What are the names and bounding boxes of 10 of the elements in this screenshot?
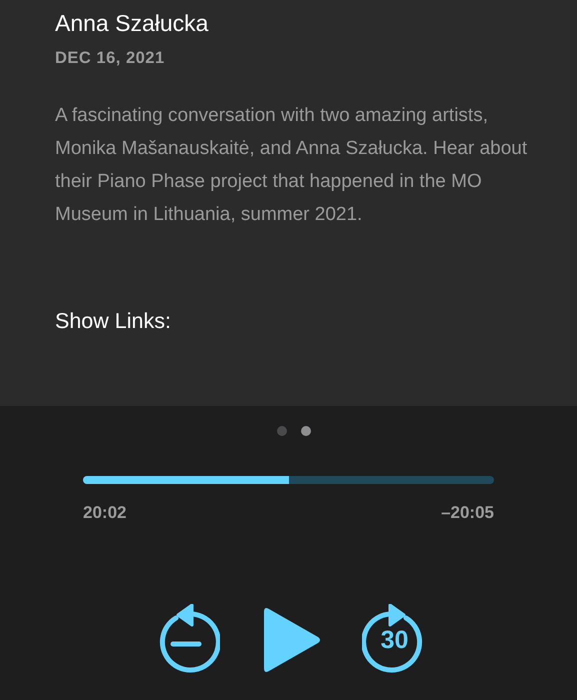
page-dot[interactable]: [300, 426, 310, 436]
skip-forward-button[interactable]: 30: [362, 604, 428, 676]
progress-track[interactable]: [83, 476, 494, 484]
show-links-heading: Show Links:: [55, 308, 172, 335]
episode-description: A fascinating conversation with two amazing artists, Monika Mašanauskaitė, and Anna Szałucka. Hear about their Piano Phase project that happened in the MO Museum in Lithuania, summer 2021.: [55, 104, 528, 227]
elapsed-time: 20:02: [83, 502, 126, 524]
episode-title: Anna Szałucka: [55, 9, 210, 38]
page-dot[interactable]: [276, 426, 286, 436]
remaining-time: –20:05: [441, 502, 494, 524]
episode-date: DEC 16, 2021: [55, 48, 166, 69]
